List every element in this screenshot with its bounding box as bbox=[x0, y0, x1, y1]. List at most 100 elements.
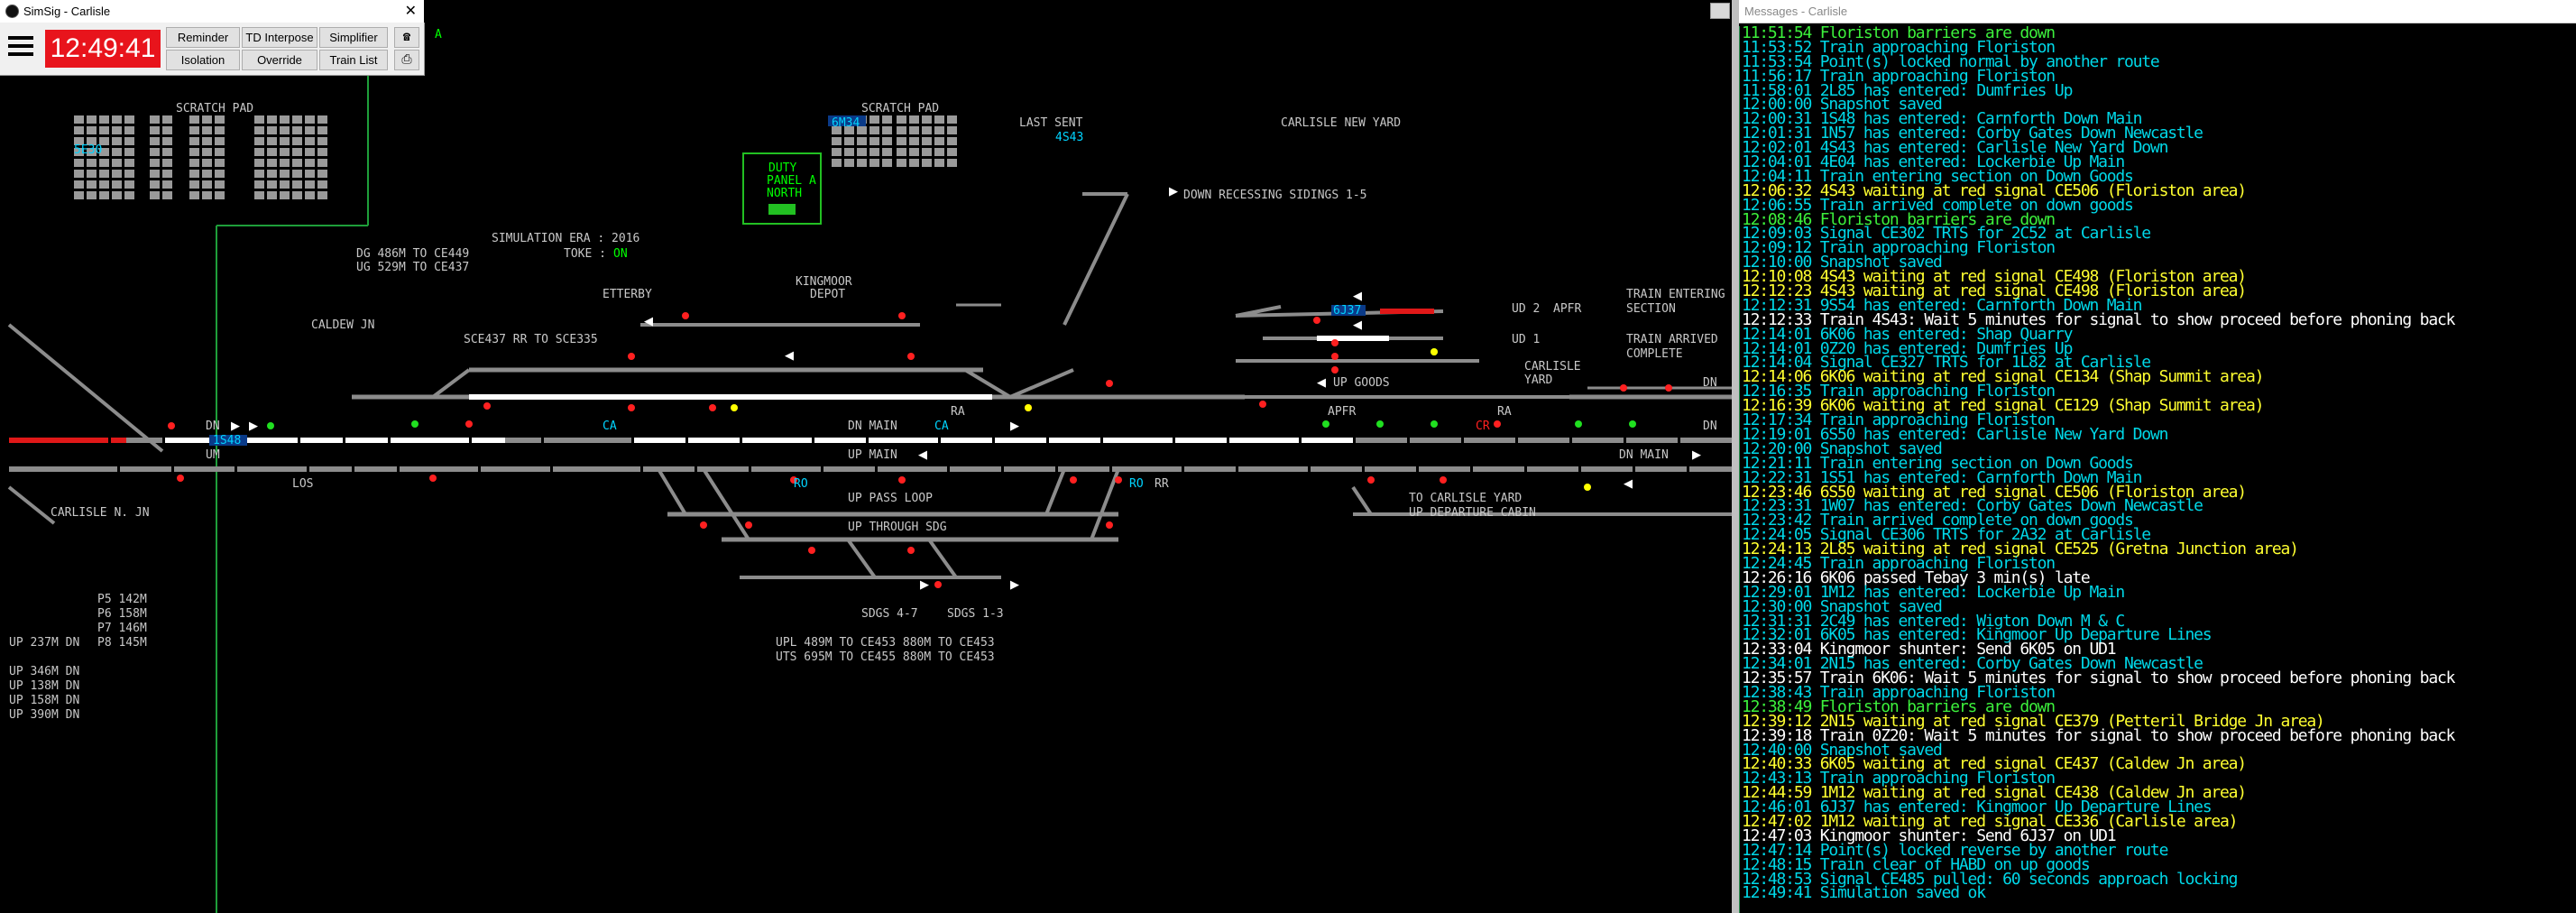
direction-arrow: ◀ bbox=[918, 448, 927, 462]
td-interpose-button[interactable]: TD Interpose bbox=[242, 27, 317, 48]
track-joint bbox=[397, 464, 400, 475]
train-entering-line1: TRAIN ENTERING bbox=[1626, 288, 1725, 301]
up-pass-loop-label: UP PASS LOOP bbox=[848, 492, 933, 505]
scratch-pad-cell bbox=[292, 159, 302, 167]
p6-length: P6 158M bbox=[97, 607, 147, 621]
scratch-pad-cell bbox=[74, 170, 84, 178]
signal-red bbox=[177, 475, 184, 482]
scratch-pad-cell bbox=[124, 180, 134, 189]
window-divider[interactable] bbox=[1732, 0, 1739, 913]
up-390m: UP 390M DN bbox=[9, 708, 79, 722]
scratch-pad-cell bbox=[150, 191, 160, 199]
up-departure-cabin-label: UP DEPARTURE CABIN bbox=[1409, 506, 1536, 520]
scratch-pad-cell bbox=[934, 159, 944, 167]
um-label: UM bbox=[206, 448, 220, 462]
track-joint bbox=[108, 435, 111, 446]
track-joint bbox=[1299, 435, 1302, 446]
scratch-pad-cell bbox=[124, 159, 134, 167]
scratch-pad-cell bbox=[897, 159, 906, 167]
hamburger-icon[interactable] bbox=[5, 32, 37, 64]
track-diagram[interactable]: SCRATCH PAD SCRATCH PAD 5E30 6M34 LAST SENT4… bbox=[0, 0, 1732, 913]
track-joint bbox=[1182, 464, 1184, 475]
direction-arrow: ▶ bbox=[1010, 578, 1019, 592]
signal-red bbox=[429, 475, 437, 482]
scratch-pad-cell bbox=[150, 170, 160, 178]
signal-red bbox=[808, 547, 815, 554]
sim-clock[interactable]: 12:49:41 bbox=[45, 30, 161, 68]
printer-icon[interactable]: ⎙ bbox=[394, 50, 419, 70]
scratch-pad-cell bbox=[87, 180, 97, 189]
simsig-app-icon bbox=[5, 5, 19, 18]
track-joint bbox=[1687, 464, 1689, 475]
scratch-pad-cell bbox=[189, 148, 199, 156]
scratch-pad-cell bbox=[202, 170, 212, 178]
direction-arrow: ▶ bbox=[1692, 448, 1701, 462]
scratch-pad-cell bbox=[317, 115, 327, 124]
reminder-button[interactable]: Reminder bbox=[166, 27, 240, 48]
track-joint bbox=[307, 464, 309, 475]
duty-panel-indicator bbox=[768, 204, 796, 215]
simplifier-button[interactable]: Simplifier bbox=[319, 27, 388, 48]
track-joint bbox=[1353, 435, 1356, 446]
phone-icon[interactable]: ☎ bbox=[394, 27, 419, 48]
uts-length: UTS 695M TO CE455 880M TO CE453 bbox=[776, 650, 995, 664]
scratch-pad-cell bbox=[254, 159, 264, 167]
scratch-pad-cell bbox=[317, 159, 327, 167]
scratch-pad-cell bbox=[317, 126, 327, 134]
down-recessing-sidings-label: DOWN RECESSING SIDINGS 1-5 bbox=[1183, 189, 1367, 202]
close-icon[interactable]: ✕ bbox=[405, 2, 417, 20]
scratch-pad-cell bbox=[162, 191, 172, 199]
scratch-pad-cell bbox=[215, 137, 225, 145]
scratch-pad-right: SCRATCH PAD bbox=[861, 102, 939, 115]
scratch-pad-cell bbox=[150, 126, 160, 134]
track-section bbox=[1090, 468, 1120, 540]
scratch-pad-cell bbox=[215, 126, 225, 134]
signal-red bbox=[1331, 353, 1339, 360]
track-joint bbox=[1416, 464, 1419, 475]
scratch-pad-cell bbox=[832, 159, 842, 167]
signal-red bbox=[934, 581, 942, 588]
scratch-pad-cell bbox=[869, 137, 879, 145]
message-log[interactable]: 11:51:54 Floriston barriers are down 11:5… bbox=[1739, 26, 2576, 913]
signal-red bbox=[1313, 317, 1320, 324]
scratch-pad-cell bbox=[267, 191, 277, 199]
track-joint bbox=[352, 464, 354, 475]
up-through-sdg-label: UP THROUGH SDG bbox=[848, 521, 947, 534]
main-titlebar[interactable]: SimSig - Carlisle ✕ bbox=[0, 0, 424, 23]
scratch-pad-cell bbox=[162, 180, 172, 189]
messages-titlebar[interactable]: Messages - Carlisle bbox=[1739, 0, 2576, 23]
scratch-pad-cell bbox=[74, 191, 84, 199]
scratch-pad-cell bbox=[909, 148, 919, 156]
main-window-restore-control[interactable] bbox=[1710, 3, 1730, 19]
scratch-pad-cell bbox=[112, 180, 122, 189]
upl-length: UPL 489M TO CE453 880M TO CE453 bbox=[776, 636, 995, 650]
scratch-pad-cell bbox=[162, 137, 172, 145]
track-joint bbox=[1624, 435, 1626, 446]
scratch-pad-cell bbox=[844, 159, 854, 167]
scratch-pad-cell bbox=[254, 180, 264, 189]
track-joint bbox=[117, 464, 120, 475]
track-joint bbox=[541, 435, 544, 446]
train-list-button[interactable]: Train List bbox=[319, 50, 388, 70]
up-158m: UP 158M DN bbox=[9, 694, 79, 707]
signal-red bbox=[898, 476, 906, 484]
ug-length: UG 529M TO CE437 bbox=[356, 261, 469, 274]
scratch-pad-cell bbox=[947, 115, 957, 124]
track-joint bbox=[866, 435, 869, 446]
isolation-button[interactable]: Isolation bbox=[166, 50, 240, 70]
track-section bbox=[702, 467, 750, 541]
scratch-pad-cell bbox=[99, 126, 109, 134]
signal-red bbox=[1665, 384, 1672, 392]
track-joint bbox=[821, 464, 823, 475]
direction-arrow: ▶ bbox=[249, 420, 258, 433]
to-carlisle-yard-label: TO CARLISLE YARD bbox=[1409, 492, 1522, 505]
signal-red bbox=[1440, 476, 1447, 484]
scratch-pad-cell bbox=[87, 115, 97, 124]
scratch-pad-cell bbox=[112, 126, 122, 134]
scratch-pad-cell bbox=[317, 170, 327, 178]
duty-panel-line1: DUTY bbox=[768, 161, 796, 175]
track-joint bbox=[1407, 435, 1410, 446]
scratch-pad-left: SCRATCH PAD bbox=[176, 102, 253, 115]
override-button[interactable]: Override bbox=[242, 50, 317, 70]
track-joint bbox=[162, 435, 165, 446]
